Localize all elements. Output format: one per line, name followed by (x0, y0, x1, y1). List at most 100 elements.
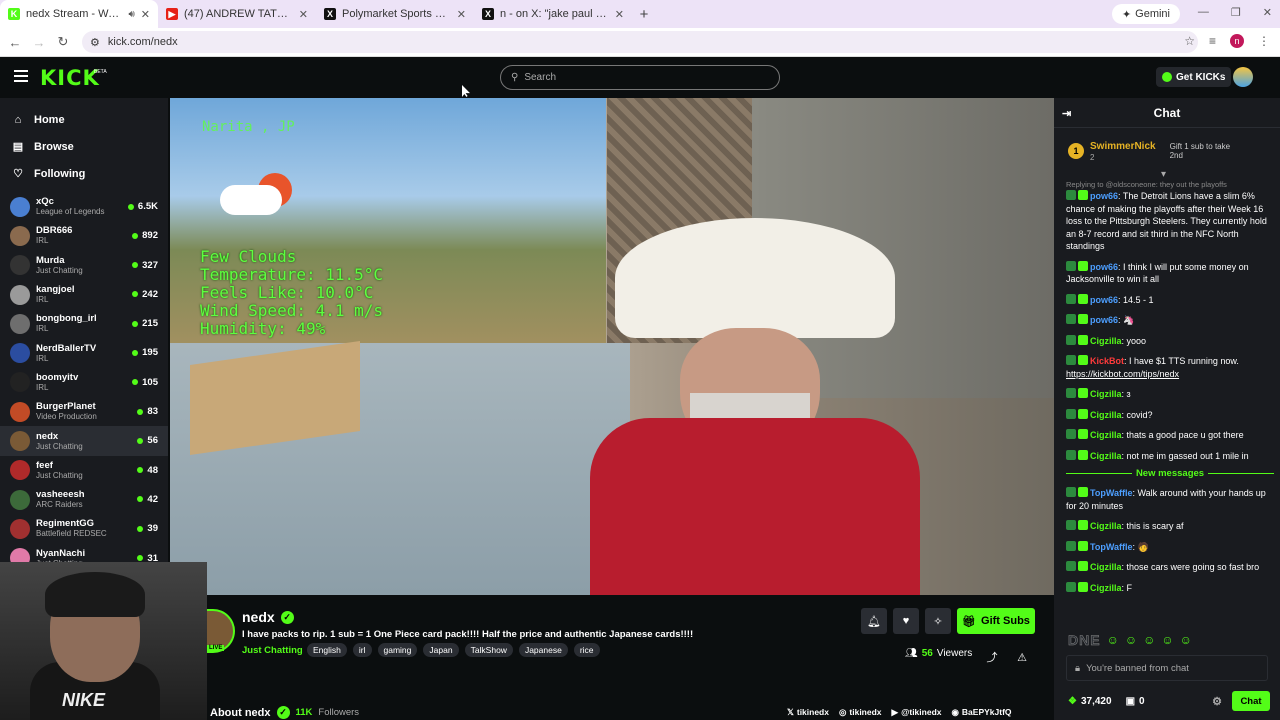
search-input[interactable]: ⚲ Search (500, 65, 780, 90)
stream-tag[interactable]: Japanese (518, 643, 568, 657)
forward-icon[interactable]: → (27, 35, 51, 50)
gemini-button[interactable]: ✦ Gemini (1111, 4, 1180, 24)
chat-username[interactable]: Cigzilla (1090, 521, 1122, 531)
new-tab-button[interactable]: + (632, 6, 656, 23)
hamburger-icon[interactable] (14, 70, 28, 82)
browser-tab[interactable]: ▶ (47) ANDREW TATE vs CHASE DEMOOR ✕ (158, 0, 316, 28)
media-icon[interactable]: ≡ (1209, 34, 1216, 48)
sidebar-channel-item[interactable]: Murda Just Chatting 327 (0, 251, 168, 280)
notification-bell-icon[interactable]: 🔔︎ (861, 608, 887, 634)
sidebar-channel-item[interactable]: BurgerPlanet Video Production 83 (0, 397, 168, 426)
chat-text: covid? (1126, 409, 1153, 420)
sidebar-channel-item[interactable]: xQc League of Legends 6.5K (0, 192, 168, 221)
chat-username[interactable]: pow66 (1090, 191, 1118, 201)
chat-link[interactable]: https://kickbot.com/tips/nedx (1066, 369, 1179, 379)
sidebar-channel-item[interactable]: nedx Just Chatting 56 (0, 426, 168, 456)
expand-leaderboard-icon[interactable]: ▾ (1161, 169, 1166, 180)
sidebar-channel-item[interactable]: boomyitv IRL 105 (0, 368, 168, 397)
stream-tag[interactable]: English (307, 643, 347, 657)
social-link[interactable]: ◎ tikinedx (839, 707, 882, 718)
chat-username[interactable]: TopWaffle (1090, 542, 1133, 552)
kicks-balance[interactable]: ▣ 0 (1126, 696, 1145, 707)
chat-username[interactable]: Cigzilla (1090, 389, 1122, 399)
user-avatar[interactable] (1233, 67, 1253, 87)
chat-username[interactable]: pow66 (1090, 315, 1118, 325)
chat-username[interactable]: TopWaffle (1090, 488, 1133, 498)
tab-close-icon[interactable]: ✕ (457, 8, 466, 21)
sidebar-channel-item[interactable]: kangjoel IRL 242 (0, 280, 168, 309)
social-link[interactable]: ▶ @tikinedx (892, 707, 942, 718)
browser-tab[interactable]: Xn - on X: "jake paul when he has ✕ (474, 0, 632, 28)
gift-sub-prompt[interactable]: Gift 1 sub to take 2nd (1170, 142, 1242, 160)
chat-username[interactable]: Cigzilla (1090, 562, 1122, 572)
channel-name[interactable]: nedx ✓ (242, 609, 294, 625)
gift-subs-button[interactable]: 🎁︎ Gift Subs (957, 608, 1035, 634)
chat-username[interactable]: Cigzilla (1090, 430, 1122, 440)
url-field[interactable]: ⚙ kick.com/nedx (82, 31, 1198, 53)
social-link[interactable]: ◉ BaEPYkJtfQ (952, 707, 1012, 718)
chat-username[interactable]: Cigzilla (1090, 451, 1122, 461)
chat-username[interactable]: Cigzilla (1090, 410, 1122, 420)
tab-close-icon[interactable]: ✕ (141, 8, 150, 21)
share-icon[interactable]: ⤴ (979, 644, 1005, 670)
emote-icon[interactable]: ☺ (1143, 633, 1155, 647)
sidebar-channel-item[interactable]: bongbong_irl IRL 215 (0, 309, 168, 338)
stream-tag[interactable]: TalkShow (464, 643, 513, 657)
stream-tag[interactable]: Japan (423, 643, 459, 657)
bookmark-star-icon[interactable]: ☆ (1184, 34, 1195, 48)
chat-username[interactable]: Cigzilla (1090, 336, 1122, 346)
sidebar-channel-item[interactable]: NerdBallerTV IRL 195 (0, 338, 168, 367)
sparkle-icon[interactable]: ✧ (925, 608, 951, 634)
tab-close-icon[interactable]: ✕ (299, 8, 308, 21)
badge-icon (1078, 429, 1088, 439)
chat-username[interactable]: Cigzilla (1090, 583, 1122, 593)
sidebar-channel-item[interactable]: RegimentGG Battlefield REDSEC 39 (0, 514, 168, 543)
social-link[interactable]: 𝕏tikinedx (787, 707, 829, 718)
emote-icon[interactable]: ☺ (1125, 633, 1137, 647)
kicks-coin-icon (1162, 72, 1172, 82)
follow-heart-icon[interactable]: ♥ (893, 608, 919, 634)
get-kicks-button[interactable]: Get KICKs (1156, 67, 1232, 87)
video-player[interactable]: Narita , JP Few Clouds Temperature: 11.5°… (170, 98, 1054, 595)
profile-avatar[interactable]: n (1230, 34, 1244, 48)
sidebar-nav-home[interactable]: ⌂ Home (0, 106, 168, 133)
chat-username[interactable]: pow66 (1090, 262, 1118, 272)
stream-category[interactable]: Just Chatting (242, 645, 303, 656)
menu-icon[interactable]: ⋮ (1258, 34, 1270, 48)
chat-username[interactable]: pow66 (1090, 295, 1118, 305)
sidebar-channel-item[interactable]: DBR666 IRL 892 (0, 221, 168, 250)
send-chat-button[interactable]: Chat (1232, 691, 1270, 711)
sidebar-nav-following[interactable]: ♡ Following (0, 160, 168, 187)
channel-name: DBR666 (36, 225, 73, 237)
minimize-icon[interactable]: — (1198, 6, 1209, 19)
search-placeholder: Search (524, 72, 557, 83)
sidebar-channel-item[interactable]: vasheeesh ARC Raiders 42 (0, 485, 168, 514)
tab-audio-icon[interactable]: 🔊︎ (128, 9, 134, 20)
emote-icon[interactable]: ☺ (1107, 633, 1119, 647)
emote-icon[interactable]: ☺ (1161, 633, 1173, 647)
chat-username[interactable]: KickBot (1090, 356, 1124, 366)
sidebar-nav-browse[interactable]: ▤ Browse (0, 133, 168, 160)
browser-tab[interactable]: Knedx Stream - Watch Live on Kick 🔊︎ ✕ (0, 0, 158, 28)
back-icon[interactable]: ← (3, 35, 27, 50)
maximize-icon[interactable]: ❐ (1231, 6, 1241, 19)
emote-icon[interactable]: ☺ (1180, 633, 1192, 647)
site-info-icon[interactable]: ⚙ (90, 36, 100, 49)
collapse-chat-icon[interactable]: ⇥ (1062, 107, 1071, 120)
new-messages-divider[interactable]: New messages (1066, 468, 1274, 479)
reload-icon[interactable]: ↻ (51, 34, 75, 50)
sidebar-channel-item[interactable]: feef Just Chatting 48 (0, 456, 168, 485)
emote-text[interactable]: DNE (1068, 632, 1101, 649)
close-window-icon[interactable]: ✕ (1263, 6, 1272, 19)
chat-settings-icon[interactable]: ⚙ (1212, 695, 1222, 708)
stream-tag[interactable]: irl (352, 643, 372, 657)
chat-input-banned[interactable]: 🔒︎ You're banned from chat (1066, 655, 1268, 681)
stream-tag[interactable]: rice (573, 643, 600, 657)
stream-tag[interactable]: gaming (377, 643, 418, 657)
report-icon[interactable]: ⚠ (1009, 644, 1035, 670)
kick-logo[interactable]: KICK (40, 66, 100, 90)
browser-tab[interactable]: X Polymarket Sports on X: "Jake Paul ✕ (316, 0, 474, 28)
leaderboard-user[interactable]: SwimmerNick (1090, 141, 1156, 153)
tab-close-icon[interactable]: ✕ (615, 8, 624, 21)
channel-points[interactable]: ❖ 37,420 (1068, 696, 1112, 707)
